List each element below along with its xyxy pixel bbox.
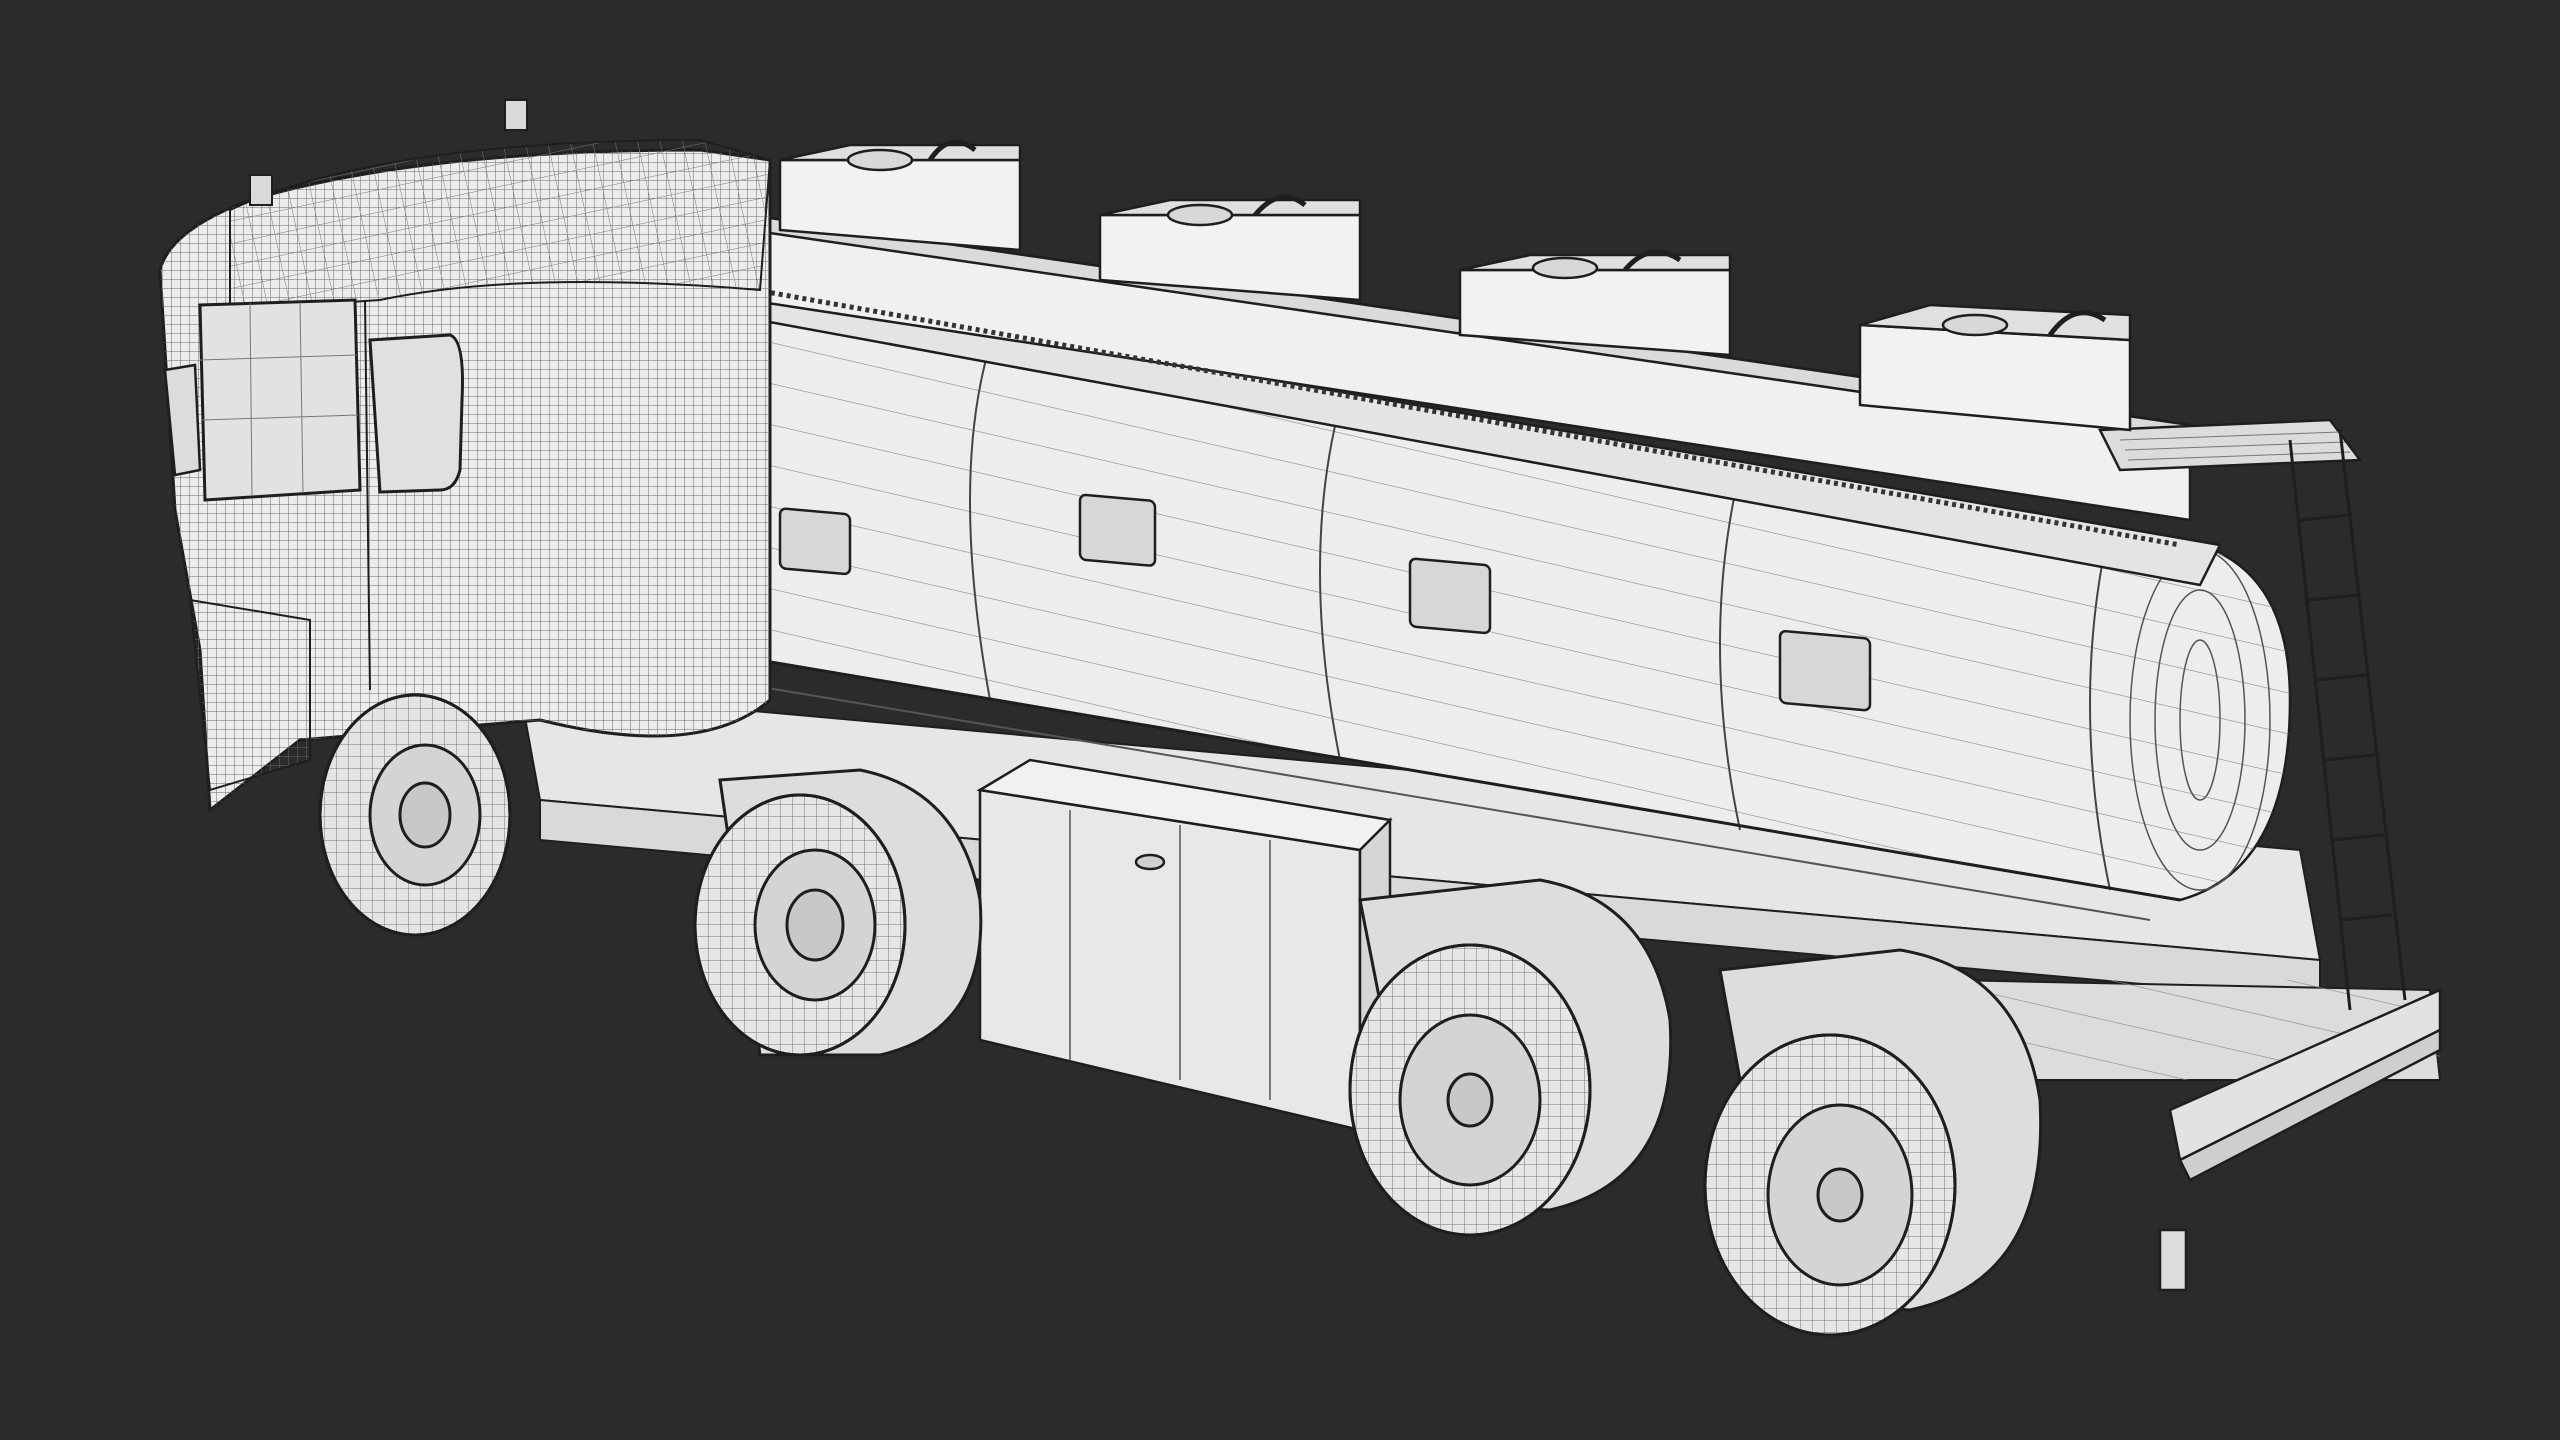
tanker-truck-wireframe — [158, 99, 2442, 1337]
viewport — [0, 0, 2560, 1440]
cab — [158, 99, 772, 813]
wheel-rear-2 — [1703, 948, 2043, 1337]
wheel-rear-1 — [1348, 878, 1673, 1237]
wheel-second-axle — [693, 768, 983, 1057]
side-fuel-tank — [976, 758, 1393, 1134]
wheel-front — [318, 693, 512, 937]
